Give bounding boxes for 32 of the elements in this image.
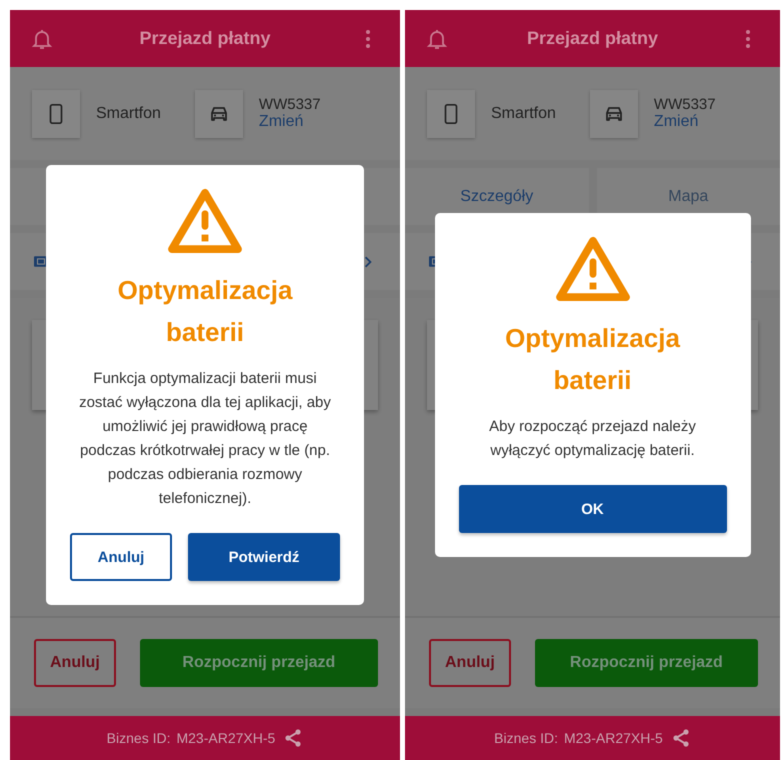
business-id-value: M23-AR27XH-5 (176, 730, 276, 746)
ok-button[interactable]: OK (458, 485, 726, 533)
car-tile[interactable] (194, 90, 243, 138)
device-label: Smartfon (96, 104, 161, 122)
dialog-message: Aby rozpocząć przejazd należy wyłączyć optymalizację baterii. (488, 417, 697, 461)
warning-icon (554, 235, 632, 303)
dialog-message: Funkcja optymalizacji baterii musi zostać wyłączona dla tej aplikacji, aby umożliwić jej prawidłową pracę podczas krótkotrwałej pracy w tle (np. podczas odbierania rozmowy telefonicznej). (78, 369, 332, 509)
warning-icon (166, 187, 244, 255)
cancel-button[interactable]: Anuluj (70, 533, 172, 581)
start-ride-button[interactable]: Rozpocznij przejazd (140, 639, 378, 687)
dialog-title: Optymalizacja baterii (116, 274, 294, 349)
phone-tile[interactable] (32, 90, 80, 138)
phone-tile[interactable] (427, 90, 475, 138)
device-label: Smartfon (491, 104, 556, 122)
car-tile[interactable] (590, 90, 638, 138)
cancel-button[interactable]: Anuluj (429, 639, 511, 687)
start-ride-button[interactable]: Rozpocznij przejazd (534, 639, 758, 687)
vehicle-plate: WW5337 (654, 96, 716, 113)
business-id-label: Biznes ID: (106, 730, 170, 746)
dialog-title: Optymalizacja baterii (504, 322, 682, 397)
chevron-right-icon (364, 256, 372, 268)
screen-title: Przejazd płatny (139, 28, 271, 49)
change-vehicle-link[interactable]: Zmień (654, 113, 716, 131)
confirm-button[interactable]: Potwierdź (188, 533, 340, 581)
vehicle-plate: WW5337 (258, 96, 321, 113)
screen-title: Przejazd płatny (526, 28, 658, 49)
business-id-value: M23-AR27XH-5 (564, 730, 663, 746)
share-icon[interactable] (670, 728, 691, 748)
share-icon[interactable] (283, 728, 304, 748)
change-vehicle-link[interactable]: Zmień (258, 113, 321, 131)
cancel-button[interactable]: Anuluj (34, 639, 116, 687)
business-id-label: Biznes ID: (494, 730, 558, 746)
